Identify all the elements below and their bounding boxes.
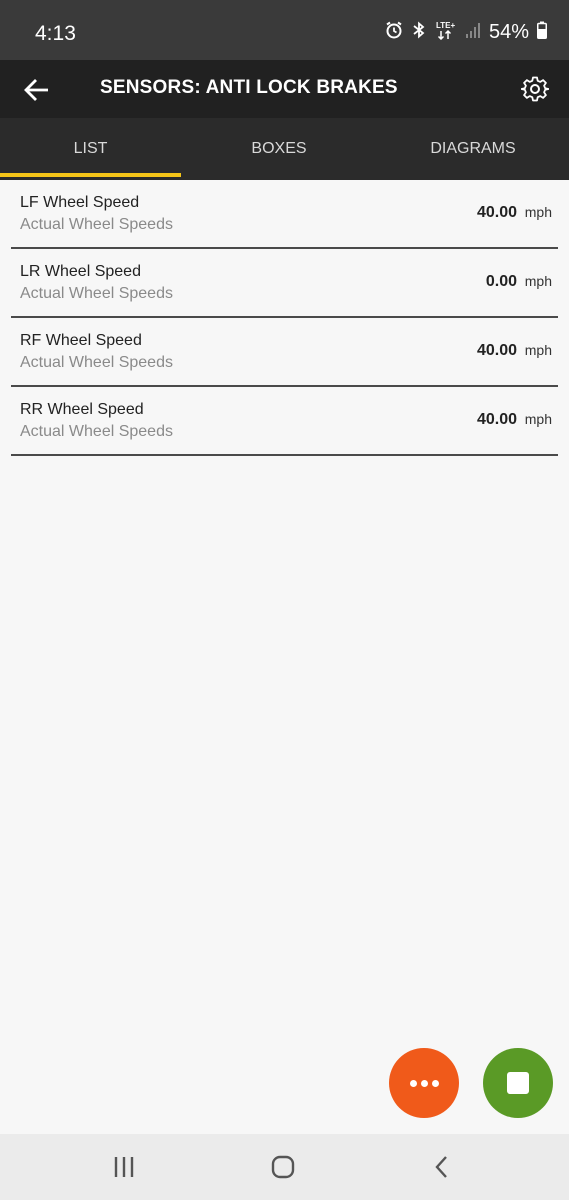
active-tab-indicator	[0, 173, 181, 177]
screen: 4:13 LTE+ 54% SENSORS: ANTI LOCK BRAKES …	[0, 0, 569, 1200]
system-back-button[interactable]	[432, 1154, 452, 1185]
stop-button[interactable]	[483, 1048, 553, 1118]
sensor-value: 40.00	[476, 411, 517, 428]
battery-icon	[537, 21, 547, 44]
status-time: 4:13	[35, 22, 76, 45]
tab-diagrams[interactable]: DIAGRAMS	[377, 118, 569, 180]
bluetooth-icon	[411, 21, 427, 44]
alarm-icon	[385, 21, 403, 44]
sensor-list: LF Wheel Speed Actual Wheel Speeds 40.00…	[11, 180, 558, 456]
svg-text:LTE+: LTE+	[436, 21, 456, 30]
tab-bar: LIST BOXES DIAGRAMS	[0, 118, 569, 180]
tab-label: DIAGRAMS	[430, 140, 516, 157]
app-bar: SENSORS: ANTI LOCK BRAKES	[0, 60, 569, 118]
sensor-name: LF Wheel Speed	[20, 194, 140, 211]
sensor-name: RR Wheel Speed	[20, 401, 144, 418]
list-item[interactable]: RF Wheel Speed Actual Wheel Speeds 40.00…	[11, 318, 558, 387]
home-icon	[271, 1155, 295, 1179]
sensor-name: LR Wheel Speed	[20, 263, 141, 280]
signal-icon	[465, 22, 481, 43]
stop-icon	[507, 1072, 529, 1094]
status-icons: LTE+ 54%	[385, 20, 547, 45]
gear-icon	[520, 76, 550, 102]
sensor-unit: mph	[524, 411, 552, 427]
sensor-unit: mph	[524, 342, 552, 358]
battery-percent: 54%	[488, 21, 529, 43]
sensor-group: Actual Wheel Speeds	[20, 423, 173, 440]
sensor-name: RF Wheel Speed	[20, 332, 142, 349]
more-options-button[interactable]	[389, 1048, 459, 1118]
status-bar: 4:13 LTE+ 54%	[0, 0, 569, 60]
sensor-value: 0.00	[485, 273, 517, 290]
back-button[interactable]	[22, 75, 52, 105]
system-nav-bar	[0, 1134, 569, 1200]
tab-boxes[interactable]: BOXES	[181, 118, 377, 180]
list-item[interactable]: LF Wheel Speed Actual Wheel Speeds 40.00…	[11, 180, 558, 249]
list-item[interactable]: RR Wheel Speed Actual Wheel Speeds 40.00…	[11, 387, 558, 456]
tab-label: LIST	[73, 140, 108, 157]
sensor-unit: mph	[524, 273, 552, 289]
settings-button[interactable]	[520, 75, 550, 103]
list-item[interactable]: LR Wheel Speed Actual Wheel Speeds 0.00 …	[11, 249, 558, 318]
tab-label: BOXES	[251, 140, 307, 157]
more-dots-icon	[409, 1079, 439, 1087]
sensor-value: 40.00	[476, 204, 517, 221]
home-button[interactable]	[270, 1154, 296, 1185]
sensor-group: Actual Wheel Speeds	[20, 354, 173, 371]
page-title: SENSORS: ANTI LOCK BRAKES	[100, 77, 398, 98]
sensor-unit: mph	[524, 204, 552, 220]
recent-apps-button[interactable]	[112, 1154, 136, 1185]
sensor-value: 40.00	[476, 342, 517, 359]
arrow-left-icon	[24, 79, 48, 101]
tab-list[interactable]: LIST	[0, 118, 181, 180]
sensor-group: Actual Wheel Speeds	[20, 216, 173, 233]
lte-icon: LTE+	[435, 20, 457, 45]
sensor-group: Actual Wheel Speeds	[20, 285, 173, 302]
recent-apps-icon	[114, 1157, 134, 1177]
chevron-left-icon	[435, 1156, 447, 1178]
